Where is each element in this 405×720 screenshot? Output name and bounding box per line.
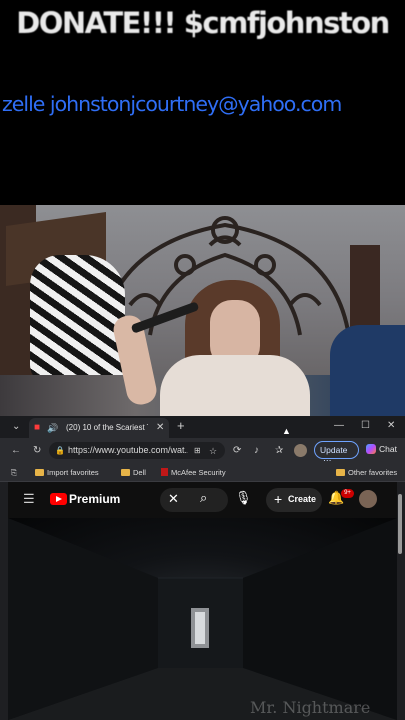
copilot-chat-button[interactable]: Chat [362,441,401,459]
fav-dell[interactable]: Dell [121,468,146,477]
tab-title: (20) 10 of the Scariest TRUE S [66,423,148,432]
youtube-header: ☰ Premium ✕ ⌕ 🎙 + Create 🔔 9+ [8,482,397,518]
mouse-cursor-icon: ▲ [282,426,291,436]
window-close-icon[interactable]: ✕ [387,421,395,431]
lock-icon[interactable]: 🔒 [55,446,65,456]
update-button[interactable]: Update ⋯ [314,441,359,465]
notification-count-badge: 9+ [341,489,354,498]
search-icon[interactable]: ⌕ [200,491,207,504]
folder-icon [35,469,44,476]
video-player[interactable]: Mr. Nightmare [8,518,397,720]
copilot-icon [366,444,376,454]
new-tab-icon[interactable]: + [177,419,185,432]
fav-label: Other favorites [348,468,398,477]
fav-label: Import favorites [47,468,99,477]
clear-search-icon[interactable]: ✕ [168,492,179,505]
fav-other-favorites[interactable]: Other favorites [336,468,397,477]
address-bar[interactable]: 🔒 https://www.youtube.com/wat... ⊞ ☆ [49,442,225,459]
webcam-feed [0,205,405,416]
tab-close-icon[interactable]: ✕ [156,423,164,433]
microphone-icon[interactable]: 🎙 [235,491,252,504]
import-icon[interactable]: ⎘ [11,468,17,478]
refresh-icon[interactable]: ↻ [33,446,41,456]
corridor-scene [8,518,397,720]
account-avatar[interactable] [359,490,377,508]
browser-window: ⌄ ■ 🔊 (20) 10 of the Scariest TRUE S ✕ +… [0,416,405,720]
youtube-favicon-icon: ■ [34,422,41,433]
youtube-premium-logo[interactable]: Premium [69,492,120,506]
minimize-icon[interactable]: — [334,421,344,431]
audio-playing-icon[interactable]: 🔊 [47,423,58,433]
search-box[interactable]: ✕ ⌕ [160,488,228,512]
favorites-bar: ⎘ Import favorites Dell McAfee Security … [0,464,405,482]
youtube-logo-icon[interactable] [50,493,67,505]
profile-avatar-icon[interactable] [294,444,307,457]
fav-mcafee[interactable]: McAfee Security [161,468,226,477]
address-row: ← ↻ 🔒 https://www.youtube.com/wat... ⊞ ☆… [0,438,405,465]
create-button[interactable]: + Create [266,488,322,512]
maximize-icon[interactable]: ☐ [361,421,370,431]
browser-tab[interactable]: ■ 🔊 (20) 10 of the Scariest TRUE S ✕ [29,418,169,438]
fav-import-favorites[interactable]: Import favorites [35,468,99,477]
mcafee-shield-icon [161,468,168,476]
zelle-banner-text: zelle johnstonjcourtney@yahoo.com [2,92,342,116]
favorites-icon[interactable]: ✰ [275,446,283,456]
extensions-icon[interactable]: ⟳ [233,446,241,456]
donate-banner-text: DONATE!!! $cmfjohnston [16,6,390,40]
chat-button-label: Chat [379,444,397,454]
tab-bar: ⌄ ■ 🔊 (20) 10 of the Scariest TRUE S ✕ +… [0,416,405,438]
read-aloud-icon[interactable]: ♪ [254,446,259,456]
url-text[interactable]: https://www.youtube.com/wat... [68,445,188,455]
fav-label: McAfee Security [171,468,226,477]
app-available-icon[interactable]: ⊞ [194,446,201,456]
folder-icon [336,469,345,476]
tab-actions-chevron-icon[interactable]: ⌄ [12,422,20,432]
hamburger-menu-icon[interactable]: ☰ [23,492,35,505]
favorite-star-icon[interactable]: ☆ [209,446,217,456]
folder-icon [121,469,130,476]
back-icon[interactable]: ← [11,446,21,456]
plus-icon: + [274,491,283,507]
update-button-label: Update [320,445,348,455]
channel-watermark: Mr. Nightmare [250,698,371,717]
fav-label: Dell [133,468,146,477]
page-scrollbar[interactable] [398,494,402,554]
create-button-label: Create [288,494,317,504]
